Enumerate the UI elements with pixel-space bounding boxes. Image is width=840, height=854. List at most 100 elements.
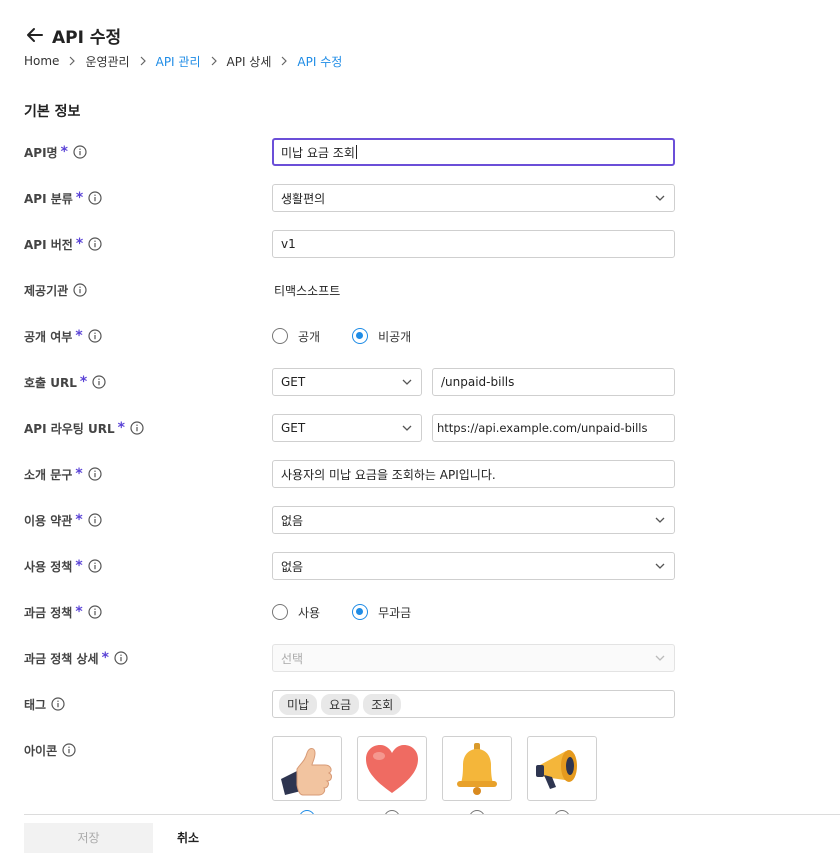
breadcrumb-home[interactable]: Home [24, 54, 59, 68]
label-billing-detail: 과금 정책 상세 [24, 651, 99, 666]
billing-detail-select[interactable]: 선택 [272, 644, 675, 672]
label-visibility: 공개 여부 [24, 329, 73, 344]
required-mark: * [75, 328, 83, 344]
radio-circle-checked[interactable] [352, 604, 369, 620]
tag-chip[interactable]: 요금 [321, 693, 360, 715]
text-caret [355, 145, 357, 159]
terms-select[interactable]: 없음 [272, 506, 675, 534]
label-call-url: 호출 URL [24, 375, 77, 390]
row-terms: 이용 약관 * 없음 [24, 504, 840, 536]
required-mark: * [75, 466, 83, 482]
page-title: API 수정 [52, 27, 122, 48]
required-mark: * [75, 604, 83, 620]
label-icon: 아이콘 [24, 743, 58, 758]
chevron-right-icon [70, 56, 76, 66]
label-provider: 제공기관 [24, 283, 69, 298]
row-provider: 제공기관 티맥스소프트 [24, 274, 840, 306]
row-billing-policy: 과금 정책 * 사용 무과금 [24, 596, 840, 628]
chevron-down-icon [655, 655, 665, 661]
usage-policy-select[interactable]: 없음 [272, 552, 675, 580]
row-api-category: API 분류 * 생활편의 [24, 182, 840, 214]
info-icon[interactable] [88, 513, 102, 527]
section-title: 기본 정보 [24, 104, 81, 120]
required-mark: * [60, 144, 68, 160]
chevron-right-icon [211, 56, 217, 66]
radio-circle[interactable] [272, 328, 288, 344]
info-icon[interactable] [130, 421, 144, 435]
chevron-right-icon [281, 56, 288, 66]
icon-option-heart[interactable] [357, 736, 427, 801]
tag-chip[interactable]: 미납 [279, 693, 318, 715]
row-billing-detail: 과금 정책 상세 * 선택 [24, 642, 840, 674]
row-api-version: API 버전 * v1 [24, 228, 840, 260]
radio-billing-free[interactable]: 무과금 [352, 604, 411, 621]
label-billing-policy: 과금 정책 [24, 605, 73, 620]
label-api-version: API 버전 [24, 237, 73, 252]
required-mark: * [79, 374, 88, 390]
radio-circle[interactable] [272, 604, 288, 620]
icon-option-bell[interactable] [442, 736, 512, 801]
breadcrumb-operations[interactable]: 운영관리 [85, 53, 129, 70]
label-api-category: API 분류 [24, 191, 73, 206]
info-icon[interactable] [51, 697, 65, 711]
api-version-input[interactable]: v1 [272, 230, 675, 258]
back-arrow-icon[interactable] [24, 24, 46, 46]
info-icon[interactable] [92, 375, 106, 389]
row-visibility: 공개 여부 * 공개 비공개 [24, 320, 840, 352]
radio-billing-use[interactable]: 사용 [272, 604, 320, 621]
row-usage-policy: 사용 정책 * 없음 [24, 550, 840, 582]
info-icon[interactable] [88, 605, 102, 619]
call-url-input[interactable]: /unpaid-bills [432, 368, 675, 396]
heart-icon [366, 744, 418, 793]
required-mark: * [75, 512, 83, 528]
info-icon[interactable] [62, 743, 76, 757]
info-icon[interactable] [73, 145, 87, 159]
info-icon[interactable] [114, 651, 128, 665]
required-mark: * [101, 650, 109, 666]
chevron-down-icon [655, 517, 665, 523]
page-header: API 수정 Home 운영관리 API 관리 API 상세 API 수정 [24, 22, 342, 69]
icon-option-thumbs-up[interactable] [272, 736, 342, 801]
call-url-method-select[interactable]: GET [272, 368, 422, 396]
chevron-down-icon [655, 195, 665, 201]
label-tags: 태그 [24, 697, 47, 712]
description-input[interactable]: 사용자의 미납 요금을 조회하는 API입니다. [272, 460, 675, 488]
megaphone-icon [536, 749, 577, 789]
radio-public[interactable]: 공개 [272, 328, 320, 345]
label-usage-policy: 사용 정책 [24, 559, 73, 574]
icon-option-megaphone[interactable] [527, 736, 597, 801]
row-routing-url: API 라우팅 URL * GET https://api.example.com… [24, 412, 840, 444]
info-icon[interactable] [88, 329, 102, 343]
required-mark: * [75, 558, 83, 574]
radio-circle-checked[interactable] [352, 328, 369, 344]
routing-url-method-select[interactable]: GET [272, 414, 422, 442]
row-api-name: API명 * 미납 요금 조회 [24, 136, 840, 168]
info-icon[interactable] [88, 559, 102, 573]
breadcrumb: Home 운영관리 API 관리 API 상세 API 수정 [24, 53, 342, 69]
provider-value: 티맥스소프트 [274, 283, 341, 298]
label-description: 소개 문구 [24, 467, 73, 482]
info-icon[interactable] [88, 467, 102, 481]
info-icon[interactable] [73, 283, 87, 297]
info-icon[interactable] [88, 237, 102, 251]
chevron-down-icon [655, 563, 665, 569]
save-button[interactable]: 저장 [24, 822, 153, 853]
tags-input[interactable]: 미납 요금 조회 [272, 690, 675, 718]
form-footer: 저장 취소 [24, 814, 840, 854]
breadcrumb-api-management[interactable]: API 관리 [156, 53, 201, 70]
cancel-button[interactable]: 취소 [153, 823, 223, 853]
label-routing-url: API 라우팅 URL [24, 421, 115, 436]
radio-private[interactable]: 비공개 [352, 328, 411, 345]
row-tags: 태그 미납 요금 조회 [24, 688, 840, 720]
info-icon[interactable] [88, 191, 102, 205]
breadcrumb-api-edit: API 수정 [297, 54, 343, 69]
routing-url-input[interactable]: https://api.example.com/unpaid-bills [432, 414, 675, 442]
required-mark: * [75, 190, 84, 206]
breadcrumb-api-detail[interactable]: API 상세 [227, 53, 272, 70]
thumbs-up-icon [281, 747, 332, 795]
chevron-down-icon [402, 425, 412, 431]
required-mark: * [75, 236, 84, 252]
tag-chip[interactable]: 조회 [363, 693, 402, 715]
api-name-input[interactable]: 미납 요금 조회 [272, 138, 675, 166]
api-category-select[interactable]: 생활편의 [272, 184, 675, 212]
